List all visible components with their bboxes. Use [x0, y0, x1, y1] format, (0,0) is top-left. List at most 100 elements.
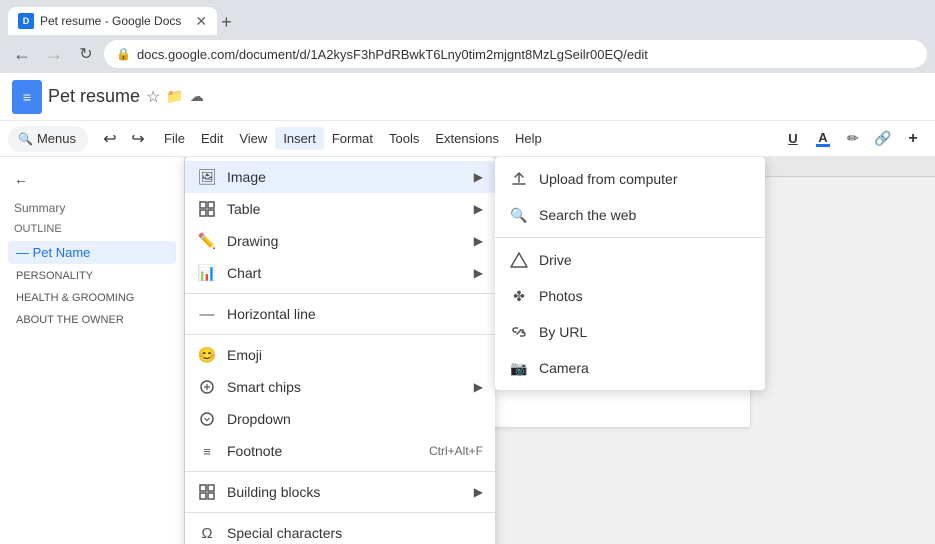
browser-tab[interactable]: D Pet resume - Google Docs ✕	[8, 7, 217, 35]
menu-item-photos[interactable]: ✤ Photos	[495, 278, 765, 314]
special-characters-label: Special characters	[227, 525, 483, 541]
drawing-icon: ✏️	[197, 231, 217, 251]
browser-chrome: D Pet resume - Google Docs ✕ +	[0, 0, 935, 35]
divider-3	[185, 471, 495, 472]
photos-icon: ✤	[509, 286, 529, 306]
building-blocks-icon	[197, 482, 217, 502]
menu-item-file[interactable]: File	[156, 127, 193, 150]
menu-item-insert[interactable]: Insert	[275, 127, 324, 150]
new-tab-button[interactable]: +	[221, 12, 232, 33]
menu-item-drive[interactable]: Drive	[495, 242, 765, 278]
menu-item-image[interactable]: 🖼 Image ▶	[185, 161, 495, 193]
drive-icon	[509, 250, 529, 270]
smart-chips-label: Smart chips	[227, 379, 464, 395]
table-label: Table	[227, 201, 464, 217]
footnote-shortcut: Ctrl+Alt+F	[429, 444, 483, 458]
menu-item-footnote[interactable]: ≡ Footnote Ctrl+Alt+F	[185, 435, 495, 467]
content-area: ← Summary Outline — Pet Name PERSONALITY…	[0, 157, 935, 544]
tab-title: Pet resume - Google Docs	[40, 14, 181, 28]
menu-item-by-url[interactable]: By URL	[495, 314, 765, 350]
insert-plus-button[interactable]: +	[899, 125, 927, 153]
chart-label: Chart	[227, 265, 464, 281]
menu-item-tools[interactable]: Tools	[381, 127, 427, 150]
back-nav-button[interactable]: ←	[8, 40, 36, 68]
menu-item-special-characters[interactable]: Ω Special characters	[185, 517, 495, 544]
move-button[interactable]: 📁	[166, 88, 183, 105]
upload-label: Upload from computer	[539, 171, 678, 187]
emoji-icon: 😊	[197, 345, 217, 365]
menu-item-view[interactable]: View	[231, 127, 275, 150]
lock-icon: 🔒	[116, 47, 131, 61]
smart-chips-icon	[197, 377, 217, 397]
back-button[interactable]: ←	[8, 167, 176, 191]
doc-title: Pet resume	[48, 86, 140, 107]
font-color-button[interactable]: A	[809, 125, 837, 153]
menu-item-smart-chips[interactable]: Smart chips ▶	[185, 371, 495, 403]
menu-item-dropdown[interactable]: Dropdown	[185, 403, 495, 435]
by-url-icon	[509, 322, 529, 342]
menu-item-extensions[interactable]: Extensions	[427, 127, 507, 150]
image-icon: 🖼	[197, 167, 217, 187]
sidebar-item-health[interactable]: HEALTH & GROOMING	[8, 288, 176, 308]
menu-item-drawing[interactable]: ✏️ Drawing ▶	[185, 225, 495, 257]
address-bar-row: ← → ↻ 🔒 docs.google.com/document/d/1A2ky…	[0, 35, 935, 73]
special-characters-icon: Ω	[197, 523, 217, 543]
menu-item-upload[interactable]: Upload from computer	[495, 161, 765, 197]
menu-item-emoji[interactable]: 😊 Emoji	[185, 339, 495, 371]
link-button[interactable]: 🔗	[869, 125, 897, 153]
menu-item-horizontal-line[interactable]: — Horizontal line	[185, 298, 495, 330]
horizontal-line-label: Horizontal line	[227, 306, 483, 322]
doc-icon: ≡	[12, 80, 42, 114]
menu-search-label: Menus	[37, 131, 76, 146]
menu-item-search-web[interactable]: 🔍 Search the web	[495, 197, 765, 233]
url-text: docs.google.com/document/d/1A2kysF3hPdRB…	[137, 47, 648, 62]
menu-item-format[interactable]: Format	[324, 127, 381, 150]
menu-search[interactable]: 🔍 Menus	[8, 126, 88, 152]
smart-chips-arrow-icon: ▶	[474, 380, 483, 394]
sidebar-item-pet-name[interactable]: — Pet Name	[8, 241, 176, 264]
outline-label: Outline	[8, 223, 176, 235]
menu-item-building-blocks[interactable]: Building blocks ▶	[185, 476, 495, 508]
menu-bar: 🔍 Menus ↩ ↪ File Edit View Insert Format…	[0, 121, 935, 157]
redo-button[interactable]: ↪	[124, 125, 152, 153]
tab-close-icon[interactable]: ✕	[195, 13, 207, 30]
search-web-label: Search the web	[539, 207, 636, 223]
menu-item-chart[interactable]: 📊 Chart ▶	[185, 257, 495, 289]
undo-button[interactable]: ↩	[96, 125, 124, 153]
address-bar[interactable]: 🔒 docs.google.com/document/d/1A2kysF3hPd…	[104, 40, 927, 68]
photos-label: Photos	[539, 288, 583, 304]
dropdown-label: Dropdown	[227, 411, 483, 427]
underline-button[interactable]: U	[779, 125, 807, 153]
refresh-button[interactable]: ↻	[72, 40, 100, 68]
footnote-label: Footnote	[227, 443, 419, 459]
building-blocks-arrow-icon: ▶	[474, 485, 483, 499]
back-arrow-icon: ←	[14, 171, 28, 187]
upload-icon	[509, 169, 529, 189]
chart-icon: 📊	[197, 263, 217, 283]
camera-label: Camera	[539, 360, 589, 376]
sidebar-item-owner[interactable]: ABOUT THE OWNER	[8, 310, 176, 330]
table-arrow-icon: ▶	[474, 202, 483, 216]
cloud-button[interactable]: ☁	[190, 88, 204, 105]
chart-arrow-icon: ▶	[474, 266, 483, 280]
emoji-label: Emoji	[227, 347, 483, 363]
star-button[interactable]: ☆	[146, 87, 160, 107]
divider-1	[185, 293, 495, 294]
search-icon: 🔍	[18, 132, 33, 146]
secondary-dropdown-menu: Upload from computer 🔍 Search the web Dr…	[495, 157, 765, 390]
primary-dropdown-menu: 🖼 Image ▶ Table ▶ ✏️ Drawing ▶ 📊 Chart ▶…	[185, 157, 495, 544]
forward-nav-button[interactable]: →	[40, 40, 68, 68]
footnote-icon: ≡	[197, 441, 217, 461]
horizontal-line-icon: —	[197, 304, 217, 324]
tab-favicon: D	[18, 13, 34, 29]
menu-item-edit[interactable]: Edit	[193, 127, 231, 150]
by-url-label: By URL	[539, 324, 587, 340]
sidebar: ← Summary Outline — Pet Name PERSONALITY…	[0, 157, 185, 544]
sidebar-item-personality[interactable]: PERSONALITY	[8, 266, 176, 286]
summary-label: Summary	[8, 201, 176, 215]
menu-item-camera[interactable]: 📷 Camera	[495, 350, 765, 386]
secondary-divider-1	[495, 237, 765, 238]
highlight-button[interactable]: ✏	[839, 125, 867, 153]
menu-item-table[interactable]: Table ▶	[185, 193, 495, 225]
menu-item-help[interactable]: Help	[507, 127, 550, 150]
